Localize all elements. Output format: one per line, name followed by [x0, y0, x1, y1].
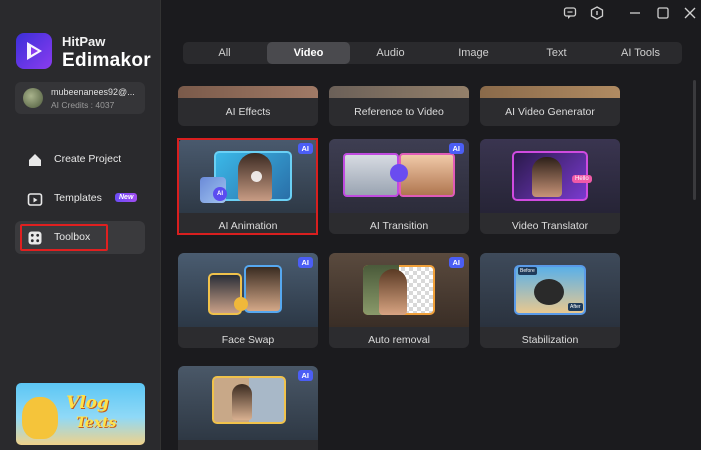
- tool-thumbnail: AI: [178, 366, 318, 440]
- tool-title: Video Translator: [511, 220, 589, 232]
- minimize-icon[interactable]: [628, 6, 642, 20]
- tab-all[interactable]: All: [183, 42, 266, 64]
- sidebar-item-templates[interactable]: Templates New: [15, 182, 145, 215]
- sidebar-item-label: Create Project: [54, 153, 122, 165]
- tab-text[interactable]: Text: [515, 42, 598, 64]
- info-icon[interactable]: [590, 6, 604, 20]
- ai-badge: AI: [448, 257, 464, 268]
- tool-title: Auto removal: [368, 334, 430, 346]
- person-image: [532, 157, 562, 197]
- tool-card-auto-removal[interactable]: AI Auto removal: [329, 253, 469, 348]
- app-window: HitPaw Edimakor mubeenanees92@... AI Cre…: [0, 0, 701, 450]
- sidebar-item-toolbox[interactable]: Toolbox: [15, 221, 145, 254]
- ai-credits: AI Credits : 4037: [51, 100, 115, 110]
- sidebar-item-label: Templates: [54, 192, 102, 204]
- swap-icon: [234, 297, 248, 311]
- avatar: [23, 88, 43, 108]
- highlight-box: [20, 224, 108, 251]
- person-image: [232, 384, 252, 420]
- tool-thumbnail: Hello: [480, 139, 620, 213]
- tool-thumbnail: AI: [329, 253, 469, 327]
- person-image: [379, 269, 407, 315]
- transition-icon: [390, 164, 408, 182]
- hello-bubble: Hello: [572, 175, 592, 183]
- new-badge: New: [115, 193, 138, 202]
- tab-ai-tools[interactable]: AI Tools: [599, 42, 682, 64]
- home-icon: [29, 154, 41, 166]
- category-tabs: All Video Audio Image Text AI Tools: [183, 42, 682, 64]
- tool-title: AI Transition: [369, 220, 429, 232]
- tab-video[interactable]: Video: [267, 42, 350, 64]
- duck-illustration: [22, 397, 58, 439]
- scrollbar[interactable]: [693, 80, 696, 200]
- face-b: [244, 265, 282, 313]
- account-email: mubeenanees92@...: [51, 87, 135, 97]
- tool-title: Reference to Video: [354, 106, 444, 118]
- tool-card-stabilization[interactable]: Before After Stabilization: [480, 253, 620, 348]
- tool-card-reference-to-video[interactable]: Reference to Video: [329, 86, 469, 126]
- play-logo-icon: [27, 42, 42, 60]
- motorbike-image: [534, 279, 564, 305]
- banner-subtitle: Texts: [76, 415, 117, 431]
- tool-card-video-translator[interactable]: Hello Video Translator: [480, 139, 620, 234]
- sidebar-item-create-project[interactable]: Create Project: [15, 143, 145, 176]
- tab-image[interactable]: Image: [432, 42, 515, 64]
- tool-title: Stabilization: [521, 334, 579, 346]
- ai-badge: AI: [448, 143, 464, 154]
- tool-thumbnail: [178, 86, 318, 98]
- brand-name-top: HitPaw: [62, 34, 106, 49]
- tool-card-ai-transition[interactable]: AI AI Transition: [329, 139, 469, 234]
- maximize-icon[interactable]: [656, 6, 670, 20]
- templates-icon: [27, 193, 43, 206]
- tool-title: Face Swap: [221, 334, 275, 346]
- before-label: Before: [518, 267, 537, 275]
- tab-audio[interactable]: Audio: [349, 42, 432, 64]
- tool-card-partial[interactable]: AI: [178, 366, 318, 450]
- app-logo: [16, 33, 52, 69]
- ai-badge: AI: [297, 370, 313, 381]
- account-panel[interactable]: mubeenanees92@... AI Credits : 4037: [15, 82, 145, 114]
- after-label: After: [568, 303, 583, 311]
- feedback-icon[interactable]: [563, 6, 577, 20]
- ai-badge: AI: [297, 257, 313, 268]
- tool-card-face-swap[interactable]: AI Face Swap: [178, 253, 318, 348]
- highlight-box: [177, 138, 318, 235]
- sidebar: HitPaw Edimakor mubeenanees92@... AI Cre…: [0, 0, 161, 450]
- tool-thumbnail: Before After: [480, 253, 620, 327]
- tool-thumbnail: AI: [329, 139, 469, 213]
- tool-thumbnail: AI: [178, 253, 318, 327]
- promo-banner[interactable]: Vlog Texts: [16, 383, 145, 445]
- tool-card-ai-video-generator[interactable]: AI Video Generator: [480, 86, 620, 126]
- banner-title: Vlog: [66, 393, 109, 413]
- tool-title: AI Video Generator: [505, 106, 595, 118]
- brand-name-main: Edimakor: [62, 50, 151, 71]
- tool-title: AI Effects: [225, 106, 271, 118]
- close-icon[interactable]: [683, 6, 697, 20]
- tool-thumbnail: [480, 86, 620, 98]
- tool-thumbnail: [329, 86, 469, 98]
- tool-card-ai-effects[interactable]: AI Effects: [178, 86, 318, 126]
